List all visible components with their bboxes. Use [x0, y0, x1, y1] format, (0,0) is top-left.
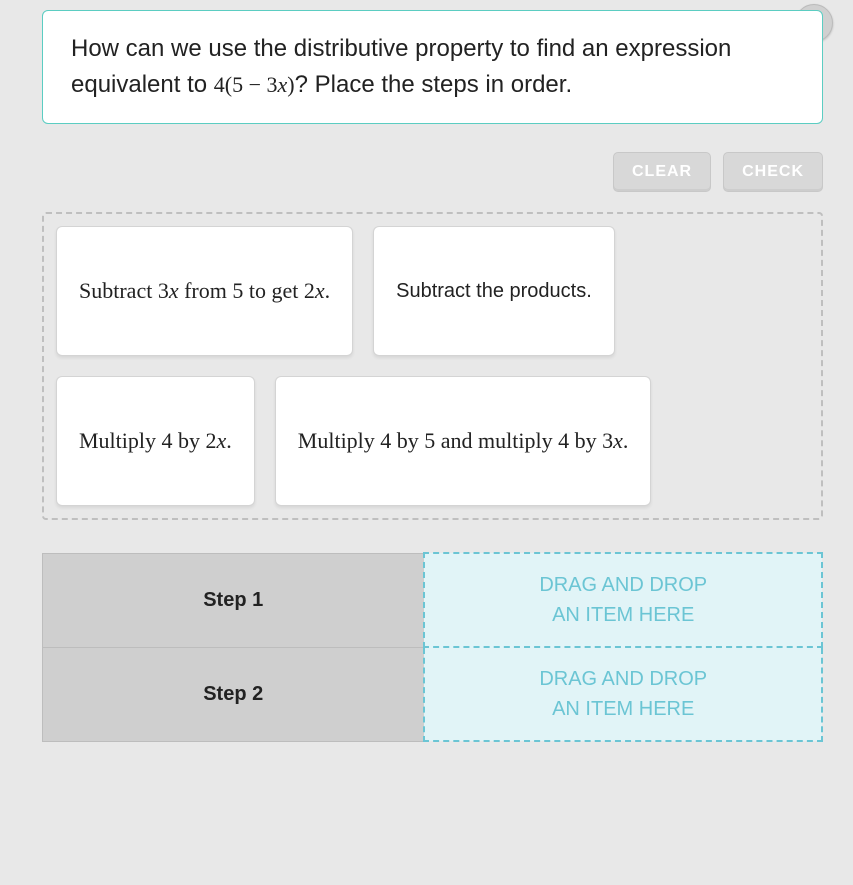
drop-text-line1: DRAG AND DROP — [425, 664, 821, 694]
clear-button[interactable]: CLEAR — [613, 152, 711, 192]
choice-text: Multiply 4 by 5 and multiply 4 by 3x. — [298, 428, 629, 454]
choice-item[interactable]: Multiply 4 by 2x. — [56, 376, 255, 506]
step-row: Step 1 DRAG AND DROP AN ITEM HERE — [43, 553, 823, 647]
choice-text: Subtract 3x from 5 to get 2x. — [79, 278, 330, 304]
question-box: How can we use the distributive property… — [42, 10, 823, 124]
step-label: Step 1 — [43, 553, 425, 647]
drop-text-line2: AN ITEM HERE — [425, 600, 821, 630]
steps-table: Step 1 DRAG AND DROP AN ITEM HERE Step 2… — [42, 552, 823, 742]
choice-item[interactable]: Subtract the products. — [373, 226, 615, 356]
choice-item[interactable]: Multiply 4 by 5 and multiply 4 by 3x. — [275, 376, 652, 506]
check-button[interactable]: CHECK — [723, 152, 823, 192]
choice-text: Subtract the products. — [396, 280, 592, 303]
step-row: Step 2 DRAG AND DROP AN ITEM HERE — [43, 647, 823, 741]
choice-item[interactable]: Subtract 3x from 5 to get 2x. — [56, 226, 353, 356]
question-suffix: ? Place the steps in order. — [295, 71, 573, 98]
drop-text-line2: AN ITEM HERE — [425, 694, 821, 724]
question-expression: 4(5 − 3x) — [214, 72, 295, 97]
drop-zone[interactable]: DRAG AND DROP AN ITEM HERE — [424, 647, 822, 741]
step-label: Step 2 — [43, 647, 425, 741]
drop-zone[interactable]: DRAG AND DROP AN ITEM HERE — [424, 553, 822, 647]
choices-container: Subtract 3x from 5 to get 2x. Subtract t… — [42, 212, 823, 520]
drop-text-line1: DRAG AND DROP — [425, 570, 821, 600]
action-buttons: CLEAR CHECK — [42, 152, 823, 192]
choice-text: Multiply 4 by 2x. — [79, 428, 232, 454]
